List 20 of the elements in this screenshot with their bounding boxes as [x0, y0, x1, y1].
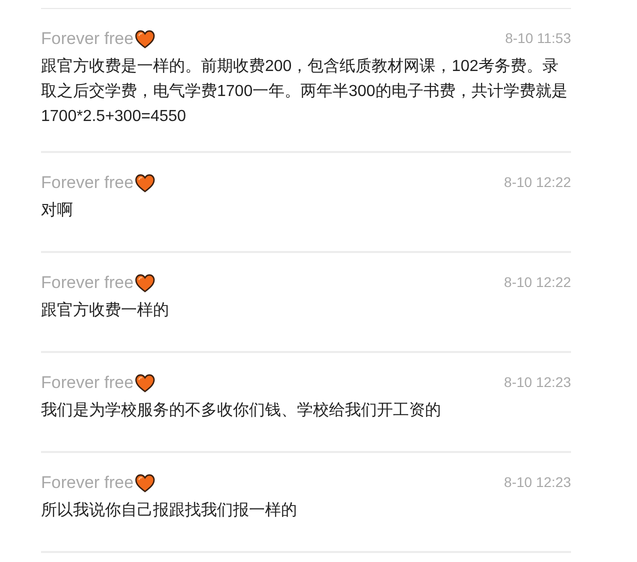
comment-text: 我们是为学校服务的不多收你们钱、学校给我们开工资的: [41, 400, 442, 421]
comment-time: 8-10 12:23: [504, 473, 571, 491]
author-name: Forever free: [41, 372, 134, 394]
author-name: Forever free: [41, 28, 134, 50]
comment-text: 对啊: [41, 200, 74, 221]
author-name: Forever free: [41, 172, 134, 194]
comment-text: 跟官方收费是一样的。前期收费200，包含纸质教材网课，102考务费。录取之后交学费，电气学费1700一年。两年半300的电子书费，共计学费就是1700*2.5+300=4550: [41, 56, 568, 127]
comment-time: 8-10 12:22: [504, 273, 571, 291]
comment-text: 所以我说你自己报跟找我们报一样的: [41, 500, 298, 521]
heart-icon: [134, 374, 155, 392]
comment-text: 跟官方收费一样的: [41, 300, 170, 321]
heart-icon: [134, 30, 155, 48]
comment-time: 8-10 11:53: [505, 29, 571, 47]
heart-icon: [134, 474, 155, 492]
heart-icon: [134, 274, 155, 292]
heart-icon: [134, 174, 155, 192]
comment-time: 8-10 12:23: [504, 373, 571, 391]
comment-time: 8-10 12:22: [504, 173, 571, 191]
author-name: Forever free: [41, 472, 134, 494]
author-name: Forever free: [41, 272, 134, 294]
